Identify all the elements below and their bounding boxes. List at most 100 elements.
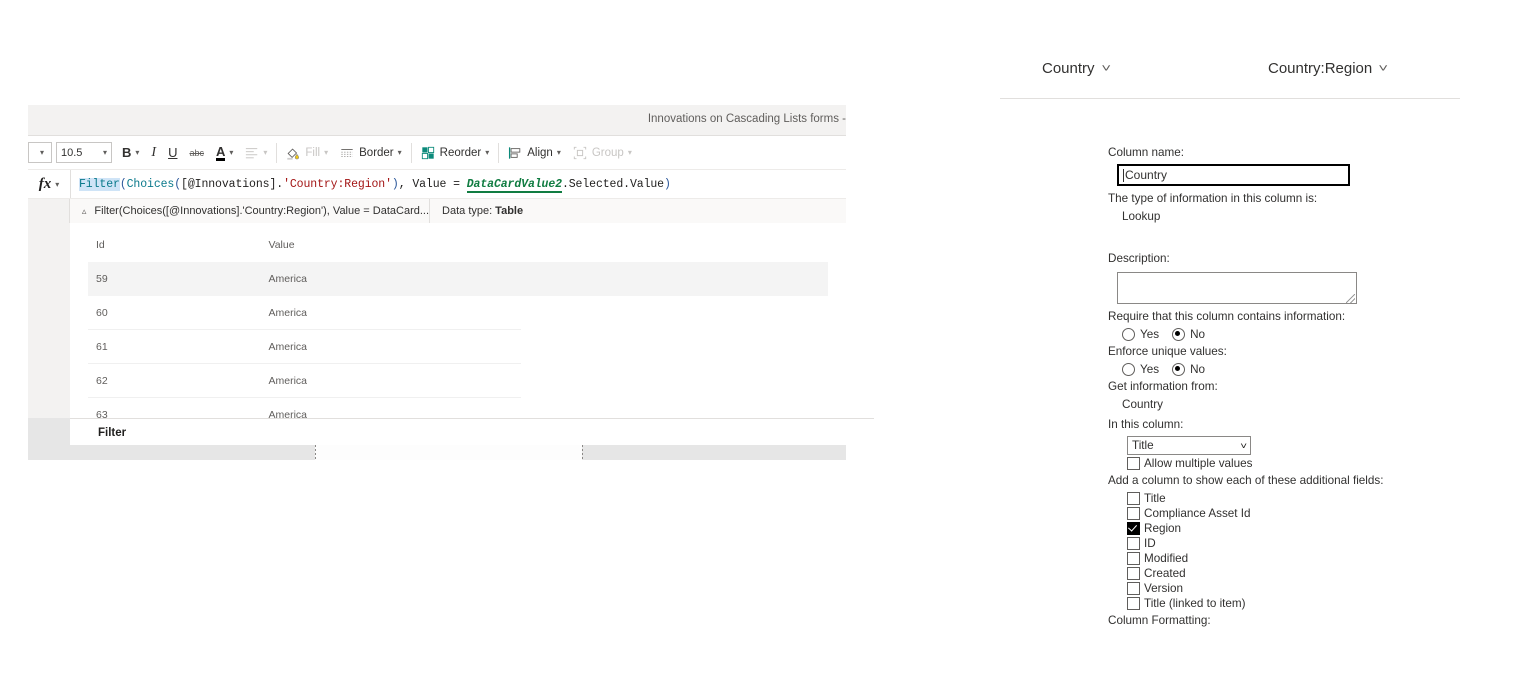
group-icon — [573, 146, 587, 160]
toolbar-divider — [276, 143, 277, 163]
resize-grip-icon[interactable] — [1346, 294, 1355, 303]
cell-spacer — [521, 262, 828, 296]
fill-icon — [286, 146, 300, 160]
formula-summary-text: Filter(Choices([@Innovations].'Country:R… — [94, 205, 429, 217]
powerapps-studio-panel: Innovations on Cascading Lists forms - ▾… — [28, 105, 846, 460]
additional-field-row-title[interactable]: Title — [1127, 492, 1438, 505]
in-this-column-select[interactable]: Title ˅ — [1127, 436, 1251, 455]
formula-bar: fx ▾ Filter(Choices([@Innovations].'Coun… — [28, 170, 846, 199]
allow-multiple-values-row[interactable]: Allow multiple values — [1127, 457, 1438, 470]
formula-result-bar: ▵ Filter(Choices([@Innovations].'Country… — [28, 199, 846, 223]
canvas-guide-left — [315, 445, 316, 460]
require-info-no-radio[interactable] — [1172, 328, 1185, 341]
additional-field-checkbox-modified[interactable] — [1127, 552, 1140, 565]
bold-button[interactable]: B ▾ — [116, 136, 145, 169]
table-row[interactable]: 62 America — [88, 364, 828, 398]
canvas-gutter — [28, 223, 71, 418]
italic-button[interactable]: I — [145, 136, 162, 169]
form-spacer — [1108, 226, 1438, 248]
chevron-down-icon: ▾ — [55, 180, 59, 189]
additional-field-row-title-linked[interactable]: Title (linked to item) — [1127, 597, 1438, 610]
fill-button[interactable]: Fill ▾ — [280, 136, 334, 169]
description-textarea[interactable] — [1117, 272, 1357, 304]
cell-value: America — [260, 364, 520, 398]
get-info-from-value: Country — [1122, 396, 1438, 414]
unique-values-yes-radio[interactable] — [1122, 363, 1135, 376]
border-icon — [340, 146, 354, 160]
data-type-info: Data type:Table — [429, 199, 846, 223]
additional-field-row-id[interactable]: ID — [1127, 537, 1438, 550]
font-color-button[interactable]: A ▾ — [210, 136, 239, 169]
table-row[interactable]: 61 America — [88, 330, 828, 364]
additional-field-checkbox-title-linked[interactable] — [1127, 597, 1140, 610]
font-size-combo[interactable]: 10.5 ▾ — [56, 142, 112, 163]
additional-field-row-region[interactable]: Region — [1127, 522, 1438, 535]
formula-summary[interactable]: ▵ Filter(Choices([@Innovations].'Country… — [70, 199, 429, 223]
additional-field-checkbox-compliance-asset-id[interactable] — [1127, 507, 1140, 520]
font-family-combo[interactable]: ▾ — [28, 142, 52, 163]
border-button[interactable]: Border ▾ — [334, 136, 408, 169]
additional-field-label-id: ID — [1144, 537, 1156, 550]
additional-field-checkbox-id[interactable] — [1127, 537, 1140, 550]
text-align-button[interactable]: ▾ — [239, 136, 273, 169]
additional-field-checkbox-title[interactable] — [1127, 492, 1140, 505]
additional-field-checkbox-version[interactable] — [1127, 582, 1140, 595]
column-type-label: The type of information in this column i… — [1108, 190, 1438, 208]
additional-field-row-compliance-asset-id[interactable]: Compliance Asset Id — [1127, 507, 1438, 520]
formula-token-filter: Filter — [79, 178, 120, 191]
table-row[interactable]: 59 America — [88, 262, 828, 296]
additional-field-row-modified[interactable]: Modified — [1127, 552, 1438, 565]
fx-button[interactable]: fx ▾ — [28, 170, 71, 198]
unique-values-yes-label: Yes — [1140, 363, 1159, 376]
column-settings-form: Column name: Country The type of informa… — [1108, 142, 1438, 630]
unique-values-label: Enforce unique values: — [1108, 343, 1438, 361]
column-name-input[interactable]: Country — [1117, 164, 1350, 186]
chevron-down-icon: ▾ — [557, 148, 561, 157]
italic-icon: I — [151, 145, 156, 161]
column-name-label: Column name: — [1108, 144, 1438, 162]
collapse-caret-icon[interactable]: ▵ — [82, 206, 87, 217]
chevron-down-icon: ▾ — [263, 148, 267, 157]
chevron-down-icon: ▾ — [485, 148, 489, 157]
strikethrough-icon: abc — [189, 148, 204, 158]
formatting-toolbar: ▾ 10.5 ▾ B ▾ I U abc A ▾ — [28, 136, 846, 170]
underline-button[interactable]: U — [162, 136, 183, 169]
allow-multiple-values-checkbox[interactable] — [1127, 457, 1140, 470]
column-header-id[interactable]: Id — [88, 228, 260, 262]
list-column-header-country[interactable]: Country ˅ — [1042, 60, 1109, 77]
table-row[interactable]: 63 America — [88, 398, 828, 419]
chevron-down-icon: ˅ — [1240, 441, 1247, 451]
align-objects-icon — [508, 146, 522, 160]
cell-spacer — [521, 296, 828, 330]
unique-values-no-radio[interactable] — [1172, 363, 1185, 376]
result-table-scroll[interactable]: Id Value 59 America 60 Ame — [70, 223, 846, 418]
cell-spacer — [521, 364, 828, 398]
additional-field-checkbox-created[interactable] — [1127, 567, 1140, 580]
table-row[interactable]: 60 America — [88, 296, 828, 330]
require-info-yes-radio[interactable] — [1122, 328, 1135, 341]
strikethrough-button[interactable]: abc — [183, 136, 210, 169]
chevron-down-icon: ▾ — [324, 148, 328, 157]
formula-token: ) — [392, 178, 399, 191]
additional-field-checkbox-region[interactable] — [1127, 522, 1140, 535]
chevron-down-icon[interactable]: ˅ — [1379, 63, 1389, 75]
list-column-header-country-region[interactable]: Country:Region ˅ — [1268, 60, 1387, 77]
chevron-down-icon[interactable]: ˅ — [1101, 63, 1111, 75]
column-header-value[interactable]: Value — [260, 228, 520, 262]
bold-icon: B — [122, 145, 131, 160]
align-objects-button[interactable]: Align ▾ — [502, 136, 567, 169]
reorder-button[interactable]: Reorder ▾ — [415, 136, 496, 169]
text-caret — [1123, 169, 1124, 182]
column-header-spacer — [521, 228, 828, 262]
require-info-no-label: No — [1190, 328, 1205, 341]
formula-input[interactable]: Filter(Choices([@Innovations].'Country:R… — [71, 178, 846, 191]
group-button[interactable]: Group ▾ — [567, 136, 638, 169]
additional-field-row-created[interactable]: Created — [1127, 567, 1438, 580]
additional-field-row-version[interactable]: Version — [1127, 582, 1438, 595]
border-label: Border — [359, 147, 394, 159]
group-label: Group — [592, 147, 624, 159]
chevron-down-icon: ▾ — [40, 148, 44, 157]
get-info-from-label: Get information from: — [1108, 378, 1438, 396]
formula-token: ( — [120, 178, 127, 191]
in-this-column-label: In this column: — [1108, 416, 1438, 434]
